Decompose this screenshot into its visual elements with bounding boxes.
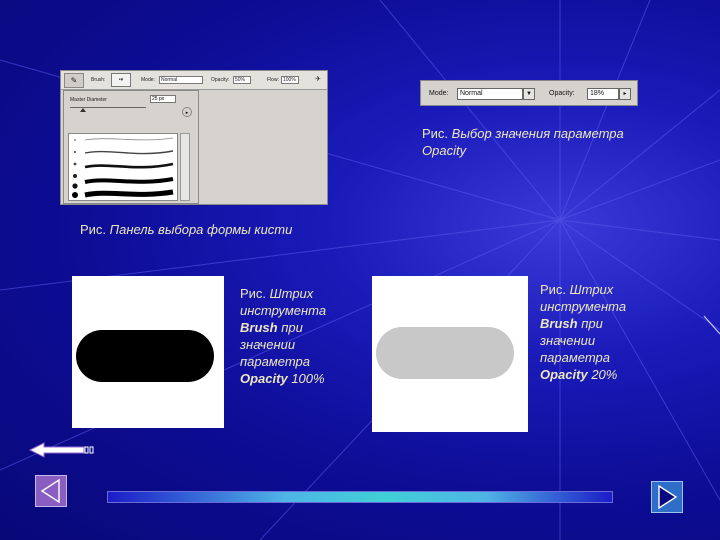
mode-label: Mode: — [429, 90, 449, 97]
stroke-opacity-20-shape — [376, 327, 514, 379]
opacity-field[interactable]: 18% — [587, 88, 619, 100]
brush-tip-list[interactable] — [68, 133, 178, 201]
caption-l4: значении — [540, 333, 596, 348]
caption-l3: при — [581, 316, 603, 331]
flow-label: Flow: — [267, 77, 279, 83]
brush-options-toolbar: ✎ Brush: •▾ Mode: Normal Opacity: 50% Fl… — [61, 71, 327, 90]
progress-bar — [107, 491, 613, 503]
caption-l1: Штрих — [269, 286, 314, 301]
caption-param: Opacity — [240, 371, 288, 386]
caption-l2: инструмента — [240, 303, 327, 318]
mode-dropdown-button[interactable]: ▼ — [523, 88, 535, 100]
caption-value: 20% — [591, 367, 618, 382]
flow-field[interactable]: 100% — [281, 76, 299, 84]
mode-select[interactable]: Normal — [457, 88, 523, 100]
caption-text: Панель выбора формы кисти — [109, 222, 293, 237]
brush-tool-icon: ✎ — [64, 73, 84, 88]
caption-stroke-100: Рис. Штрих инструмента Brush при значени… — [240, 285, 360, 387]
diameter-slider-thumb[interactable] — [80, 108, 86, 112]
brush-list-scrollbar[interactable] — [180, 133, 190, 201]
caption-text: Выбор значения параметра — [451, 126, 624, 141]
brush-tips-preview — [72, 137, 174, 198]
diameter-field[interactable]: 25 px — [150, 95, 176, 103]
caption-value: 100% — [291, 371, 325, 386]
mode-label: Mode: — [141, 77, 155, 83]
stroke-opacity-100-image — [72, 276, 224, 428]
caption-param: Opacity — [540, 367, 588, 382]
caption-prefix: Рис. — [240, 286, 267, 301]
caption-brush-panel: Рис. Панель выбора формы кисти — [80, 221, 380, 238]
brush-preset-panel: Master Diameter 25 px ▸ — [63, 90, 199, 204]
menu-arrow-icon[interactable]: ▸ — [182, 107, 192, 117]
mode-select[interactable]: Normal — [159, 76, 203, 84]
caption-l2: инструмента — [540, 299, 627, 314]
master-diameter-label: Master Diameter — [70, 97, 107, 103]
opacity-toolbar-screenshot: Mode: Normal ▼ Opacity: 18% ▸ — [420, 80, 638, 106]
caption-l3: при — [281, 320, 303, 335]
brush-label: Brush: — [91, 77, 106, 83]
caption-opacity-choice: Рис. Выбор значения параметра Opacity — [422, 125, 682, 159]
prev-slide-button[interactable] — [35, 475, 67, 507]
back-arrow-icon[interactable] — [28, 440, 98, 460]
caption-prefix: Рис. — [80, 222, 107, 237]
triangle-left-icon — [40, 478, 60, 504]
caption-l1: Штрих — [569, 282, 614, 297]
caption-stroke-20: Рис. Штрих инструмента Brush при значени… — [540, 281, 660, 383]
brush-panel-screenshot: ✎ Brush: •▾ Mode: Normal Opacity: 50% Fl… — [60, 70, 328, 205]
opacity-label: Opacity: — [211, 77, 230, 83]
caption-l5: параметра — [240, 354, 310, 369]
stroke-opacity-20-image — [372, 276, 528, 432]
caption-l5: параметра — [540, 350, 610, 365]
stroke-opacity-100-shape — [76, 330, 214, 382]
next-slide-button[interactable] — [651, 481, 683, 513]
opacity-field[interactable]: 50% — [233, 76, 251, 84]
airbrush-icon[interactable]: ✈ — [313, 75, 323, 85]
caption-l4: значении — [240, 337, 296, 352]
opacity-slider-button[interactable]: ▸ — [619, 88, 631, 100]
caption-tool: Brush — [540, 316, 578, 331]
caption-prefix: Рис. — [422, 126, 449, 141]
caption-param: Opacity — [422, 143, 467, 158]
caption-tool: Brush — [240, 320, 278, 335]
caption-prefix: Рис. — [540, 282, 567, 297]
triangle-right-icon — [658, 484, 678, 510]
opacity-label: Opacity: — [549, 90, 575, 97]
brush-preset-picker[interactable]: •▾ — [111, 73, 131, 87]
